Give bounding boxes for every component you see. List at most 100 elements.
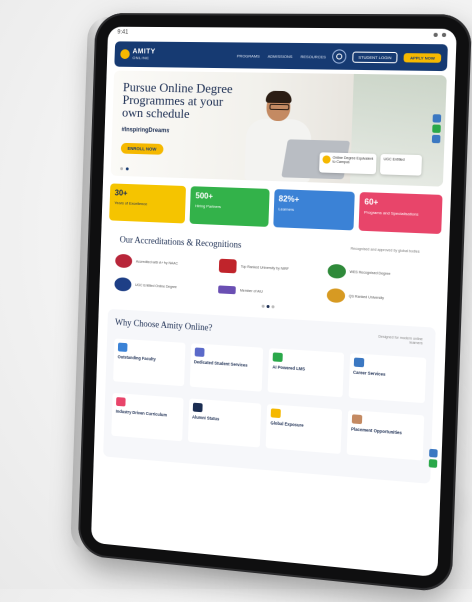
product-scene: 9:41 AMITY ONLINE PROGRAMS ADMISSIONS RE… (0, 0, 472, 602)
accreditation-text: QS Ranked University (348, 293, 385, 300)
accreditation-item: WES Recognised Degree (327, 263, 431, 283)
carousel-dot[interactable] (270, 305, 275, 309)
stat-number: 30+ (114, 188, 128, 198)
alumni-icon (192, 402, 203, 413)
stat-card-partners: 500+ Hiring Partners (189, 186, 270, 227)
accreditation-item: UGC Entitled Online Degree (114, 277, 211, 296)
global-icon (270, 408, 281, 419)
status-bar: 9:41 (108, 27, 457, 42)
accreditation-item: QS Ranked University (326, 288, 430, 308)
carousel-dot[interactable] (120, 167, 124, 171)
stat-number: 60+ (364, 197, 379, 207)
side-share-bar-bottom (428, 448, 438, 468)
feature-name: Career Services (352, 369, 386, 377)
whatsapp-icon[interactable] (432, 124, 441, 133)
why-choose-subtitle: Designed for modern online learners (378, 334, 423, 346)
hero-badge-text: Online Degree Equivalent to Campus (332, 155, 374, 165)
hero-enroll-button[interactable]: ENROLL NOW (120, 142, 164, 155)
stat-label: Learners (278, 206, 295, 212)
stats-row: 30+ Years of Excellence 500+ Hiring Part… (109, 183, 443, 235)
hero-badge2-text: UGC Entitled (383, 157, 405, 162)
curriculum-icon (116, 397, 126, 407)
accreditation-item: Member of AIU (218, 282, 318, 301)
carousel-dot-active[interactable] (125, 167, 129, 171)
accreditation-text: Accredited with A+ by NAAC (135, 259, 178, 266)
carousel-dot-active[interactable] (266, 304, 270, 309)
accreditation-text: UGC Entitled Online Degree (135, 282, 177, 289)
stat-label: Hiring Partners (195, 203, 222, 210)
why-choose-grid: Outstanding Faculty Dedicated Student Se… (111, 338, 427, 461)
accreditation-logo-icon (219, 258, 238, 274)
brand-subtitle: ONLINE (132, 55, 150, 61)
hero-carousel-dots (120, 167, 129, 171)
brand-logo[interactable]: AMITY ONLINE (120, 48, 156, 60)
feature-name: Alumni Status (192, 414, 220, 422)
side-share-bar (431, 114, 442, 144)
phone-icon[interactable] (431, 134, 441, 144)
battery-icon (441, 32, 447, 38)
tablet-device: 9:41 AMITY ONLINE PROGRAMS ADMISSIONS RE… (70, 13, 472, 594)
student-hair (265, 90, 292, 104)
career-icon (353, 357, 364, 368)
hero-title: Pursue Online Degree Programmes at your … (121, 79, 233, 121)
feature-card[interactable]: Industry Driven Curriculum (111, 392, 184, 442)
stat-number: 82%+ (278, 194, 300, 205)
feature-card[interactable]: Placement Opportunities (346, 409, 425, 461)
feature-card[interactable]: Outstanding Faculty (113, 338, 185, 387)
student-login-button[interactable]: STUDENT LOGIN (352, 51, 398, 63)
accreditation-logo-icon (115, 253, 133, 269)
status-icons (433, 32, 447, 38)
feature-name: Global Exposure (270, 420, 304, 428)
badge-icon (322, 155, 331, 164)
nav-link-admissions[interactable]: ADMISSIONS (268, 53, 293, 58)
stat-label: Programs and Specialisations (363, 209, 419, 217)
placement-icon (351, 414, 362, 425)
lms-icon (272, 352, 283, 363)
feature-name: Placement Opportunities (350, 426, 402, 436)
why-choose-section: Why Choose Amity Online? Designed for mo… (103, 308, 438, 484)
feature-name: AI Powered LMS (272, 364, 306, 372)
nav-link-programs[interactable]: PROGRAMS (237, 53, 260, 58)
accreditation-logo-icon (218, 285, 237, 295)
accreditation-logo-icon (114, 277, 132, 292)
accreditation-text: WES Recognised Degree (349, 269, 391, 276)
wifi-icon (433, 32, 438, 37)
share-icon[interactable] (432, 114, 442, 123)
share-icon[interactable] (429, 448, 438, 458)
accreditation-logo-icon (327, 263, 346, 279)
feature-card[interactable]: AI Powered LMS (267, 348, 344, 398)
hero-hashtag: #InspiringDreams (121, 127, 170, 135)
logo-mark-icon (120, 49, 130, 60)
hero-badge-card: Online Degree Equivalent to Campus (319, 152, 377, 175)
feature-card[interactable]: Global Exposure (265, 404, 342, 454)
stat-number: 500+ (195, 191, 214, 201)
hero-banner: Pursue Online Degree Programmes at your … (110, 70, 447, 187)
stat-card-learners: 82%+ Learners (272, 189, 355, 231)
apply-now-button[interactable]: APPLY NOW (403, 52, 442, 63)
status-left: 9:41 (117, 29, 129, 36)
feature-card[interactable]: Alumni Status (187, 398, 262, 448)
tablet-screen: 9:41 AMITY ONLINE PROGRAMS ADMISSIONS RE… (90, 26, 457, 578)
hero-badge-card-2: UGC Entitled (379, 153, 423, 176)
accreditation-text: Top Ranked University by NIRF (240, 264, 289, 271)
stat-card-years: 30+ Years of Excellence (109, 183, 187, 224)
accreditation-logo-icon (326, 288, 345, 304)
search-icon[interactable] (331, 49, 347, 64)
feature-card[interactable]: Career Services (348, 353, 427, 404)
nav-links: PROGRAMS ADMISSIONS RESOURCES (161, 52, 326, 59)
feature-card[interactable]: Dedicated Student Services (189, 343, 264, 392)
feature-name: Dedicated Student Services (193, 359, 248, 368)
accreditation-text: Member of AIU (239, 288, 263, 294)
feature-name: Industry Driven Curriculum (115, 408, 168, 418)
top-navigation: AMITY ONLINE PROGRAMS ADMISSIONS RESOURC… (114, 41, 448, 72)
accreditation-item: Accredited with A+ by NAAC (115, 253, 212, 272)
whatsapp-icon[interactable] (428, 459, 438, 468)
carousel-dot[interactable] (261, 304, 265, 308)
accreditation-item: Top Ranked University by NIRF (219, 258, 319, 278)
stat-label: Years of Excellence (114, 200, 148, 207)
glasses-icon (269, 103, 290, 111)
student-services-icon (194, 347, 205, 357)
faculty-icon (117, 342, 128, 352)
nav-link-resources[interactable]: RESOURCES (300, 54, 326, 59)
stat-card-programs: 60+ Programs and Specialisations (358, 192, 443, 235)
